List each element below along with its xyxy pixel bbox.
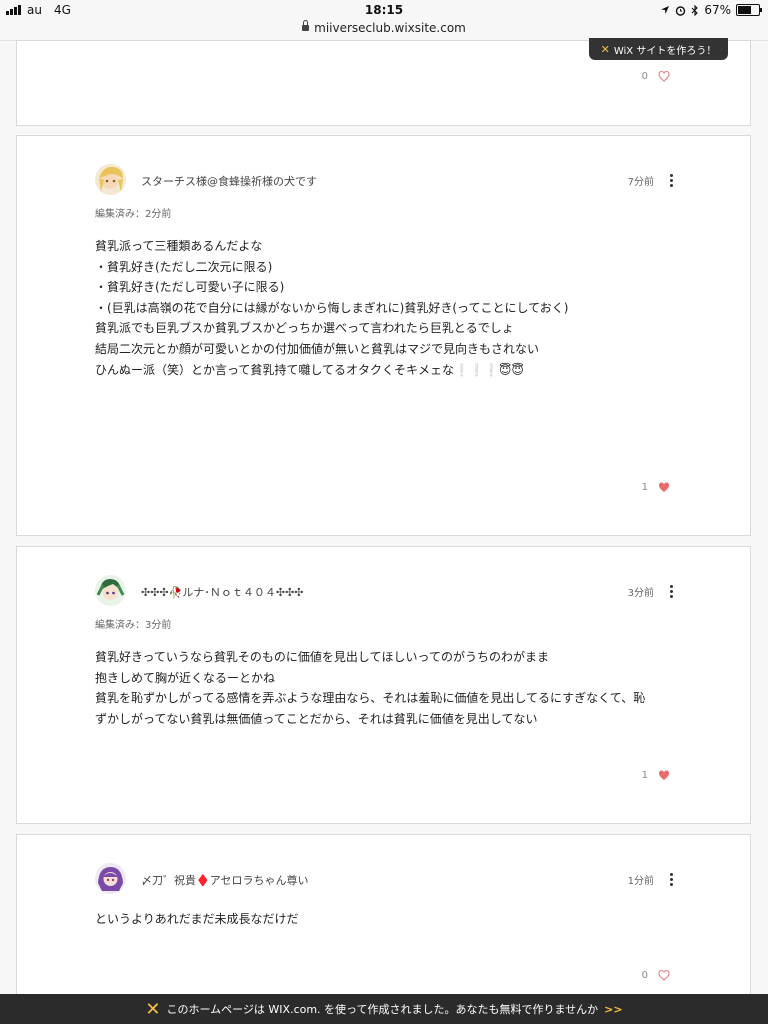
- comment-line: ・貧乳好き(ただし可愛い子に限る): [95, 280, 285, 295]
- wix-bottom-banner[interactable]: ✕ このホームページは WIX.com. を使って作成されました。あなたも無料で…: [0, 994, 768, 1024]
- like-count: 0: [641, 71, 648, 82]
- comment-body: 貧乳好きっていうなら貧乳そのものに価値を見出してほしいってのがうちのわがまま 抱…: [95, 647, 645, 729]
- comment-body: というよりあれだまだ未成長なだけだ: [95, 909, 299, 930]
- location-icon: [661, 6, 670, 14]
- more-options-icon[interactable]: [670, 174, 674, 187]
- like-count: 1: [641, 770, 648, 781]
- comment-line: 抱きしめて胸が近くなるーとかね: [95, 670, 276, 685]
- username[interactable]: 〆刀゛祝貴♦️アセロラちゃん尊い: [141, 872, 308, 888]
- comment-body: 貧乳派って三種類あるんだよな ・貧乳好き(ただし二次元に限る) ・貧乳好き(ただ…: [95, 236, 568, 380]
- heart-outline-icon[interactable]: [658, 71, 670, 82]
- comment-line: 貧乳を恥ずかしがってる感情を弄ぶような理由なら、それは羞恥に価値を見出してるにす…: [95, 691, 646, 706]
- heart-filled-icon[interactable]: [658, 770, 670, 781]
- like-count: 0: [641, 970, 648, 981]
- comment-time: 1分前: [627, 876, 654, 887]
- comment-line: ・貧乳好き(ただし二次元に限る): [95, 259, 273, 274]
- comment-line: 貧乳派って三種類あるんだよな: [95, 239, 263, 253]
- comment-line: ・(巨乳は高嶺の花で自分には縁がないから悔しまぎれに)貧乳好き(ってことにしてお…: [95, 300, 569, 315]
- banner-text: このホームページは WIX.com. を使って作成されました。あなたも無料で作り…: [166, 1003, 599, 1016]
- status-bar: au 4G 18:15 miiverseclub.wixsite.com 67%: [0, 0, 768, 41]
- like-area[interactable]: 1: [642, 770, 670, 781]
- comment-card: ✣✣✣🥀ルナ･Ｎｏｔ４０４✣✣✣ 3分前 編集済み：3分前 貧乳好きっていうなら…: [16, 546, 751, 824]
- avatar[interactable]: [95, 863, 126, 894]
- comment-line: というよりあれだまだ未成長なだけだ: [95, 912, 299, 926]
- address-bar[interactable]: miiverseclub.wixsite.com: [0, 20, 768, 35]
- edited-label: 編集済み：3分前: [95, 620, 172, 631]
- comment-line: 貧乳好きっていうなら貧乳そのものに価値を見出してほしいってのがうちのわがまま: [95, 650, 549, 664]
- more-options-icon[interactable]: [670, 585, 674, 598]
- wix-logo-icon: ✕: [145, 998, 161, 1020]
- wix-logo-icon: ✕: [600, 42, 610, 56]
- comment-line: 貧乳派でも巨乳ブスか貧乳ブスかどっちか選べって言われたら巨乳とるでしょ: [95, 321, 514, 336]
- like-area[interactable]: 0: [642, 970, 670, 981]
- comment-time: 3分前: [627, 588, 654, 599]
- wix-pill-label: WiX サイトを作ろう！: [613, 45, 717, 57]
- like-area[interactable]: 1: [642, 482, 670, 493]
- username[interactable]: ✣✣✣🥀ルナ･Ｎｏｔ４０４✣✣✣: [141, 584, 304, 600]
- battery-icon: [736, 4, 762, 16]
- status-right: 67%: [660, 3, 762, 17]
- like-area[interactable]: 0: [642, 71, 670, 82]
- like-count: 1: [641, 482, 648, 493]
- alarm-icon: [676, 5, 686, 16]
- comment-line: ずかしがってない貧乳は無価値ってことだから、それは貧乳に価値を見出してない: [95, 711, 538, 726]
- heart-filled-icon[interactable]: [658, 482, 670, 493]
- avatar[interactable]: [95, 575, 126, 606]
- comment-card: スターチス様@食蜂操祈様の犬です 7分前 編集済み：2分前 貧乳派って三種類ある…: [16, 135, 751, 536]
- username[interactable]: スターチス様@食蜂操祈様の犬です: [141, 173, 317, 189]
- comment-card: 〆刀゛祝貴♦️アセロラちゃん尊い 1分前 というよりあれだまだ未成長なだけだ 0: [16, 834, 751, 1014]
- comment-line: ひんぬー派（笑）とか言って貧乳持て囃してるオタクくそキメェな❕❕❕😇😇: [95, 362, 524, 377]
- url-text: miiverseclub.wixsite.com: [314, 21, 466, 35]
- comment-line: 結局二次元とか顔が可愛いとかの付加価値が無いと貧乳はマジで見向きもされない: [95, 341, 540, 356]
- heart-outline-icon[interactable]: [658, 970, 670, 981]
- lock-icon: [302, 20, 310, 31]
- avatar[interactable]: [95, 164, 126, 195]
- comment-time: 7分前: [627, 177, 654, 188]
- status-time: 18:15: [364, 3, 404, 17]
- battery-percent: 67%: [704, 3, 731, 17]
- edited-label: 編集済み：2分前: [95, 209, 172, 220]
- bluetooth-icon: [691, 4, 699, 16]
- wix-create-site-button[interactable]: ✕ WiX サイトを作ろう！: [589, 38, 728, 60]
- more-options-icon[interactable]: [670, 873, 674, 886]
- banner-arrows: >>: [604, 1002, 623, 1016]
